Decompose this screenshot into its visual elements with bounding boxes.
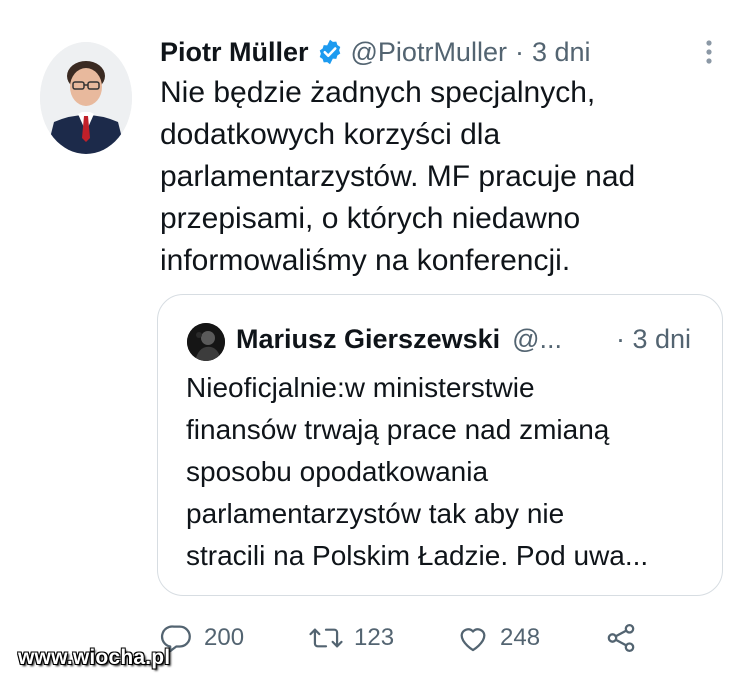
quoted-author-handle: @... [512, 324, 563, 354]
share-button[interactable] [604, 618, 638, 658]
verified-badge-icon [316, 38, 344, 66]
retweet-icon [308, 621, 344, 655]
reply-button[interactable]: 200 [160, 618, 244, 658]
separator-dot: · [514, 37, 524, 67]
tweet-header: Piotr Müller @PiotrMuller · 3 dni [160, 34, 591, 70]
watermark: www.wiocha.pl [18, 646, 171, 669]
quoted-tweet-time: · 3 dni [616, 324, 692, 354]
tweet-card: Piotr Müller @PiotrMuller · 3 dni Nie bę… [0, 0, 750, 681]
retweet-button[interactable]: 123 [308, 618, 394, 658]
quoted-tweet[interactable]: Mariusz Gierszewski @... · 3 dni Nieofic… [157, 294, 723, 596]
quoted-author-name: Mariusz Gierszewski [236, 324, 501, 354]
quoted-tweet-header: Mariusz Gierszewski @... [236, 321, 562, 357]
heart-icon [456, 621, 490, 655]
quoted-author-avatar [187, 323, 225, 361]
action-bar: 200 123 248 [160, 618, 650, 658]
quoted-tweet-text: Nieoficjalnie:w ministerstwie finansów t… [186, 372, 649, 571]
retweet-count: 123 [354, 624, 395, 651]
more-vertical-icon[interactable] [700, 38, 718, 66]
share-icon [604, 621, 638, 655]
author-handle[interactable]: @PiotrMuller [351, 34, 507, 70]
like-count: 248 [500, 624, 541, 651]
reply-count: 200 [204, 624, 245, 651]
tweet-text: Nie będzie żadnych specjalnych, dodatkow… [160, 76, 636, 277]
author-avatar[interactable] [40, 42, 132, 154]
tweet-time[interactable]: 3 dni [532, 34, 591, 70]
like-button[interactable]: 248 [456, 618, 540, 658]
author-name[interactable]: Piotr Müller [160, 34, 309, 70]
